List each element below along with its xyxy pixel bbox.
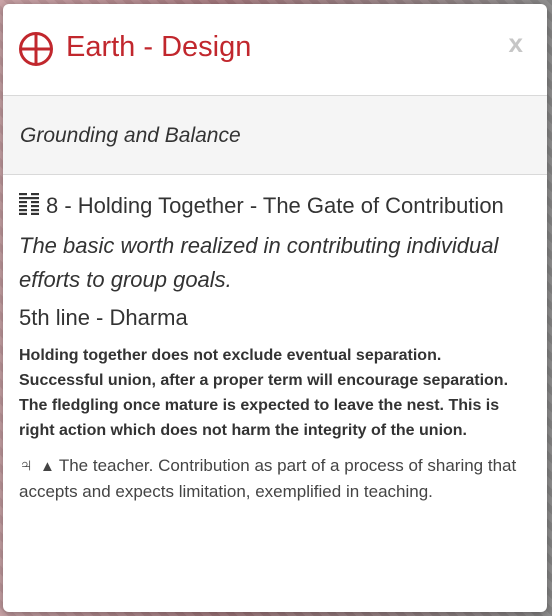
exaltation-text: The teacher. Contribution as part of a p… <box>19 456 517 501</box>
line-heading: 5th line - Dharma <box>19 305 188 330</box>
earth-icon <box>19 32 53 66</box>
subheader: Grounding and Balance <box>3 96 547 175</box>
close-button[interactable]: x <box>509 28 523 58</box>
planet-detail-modal: Earth - Design x Grounding and Balance 8… <box>3 4 547 612</box>
modal-header: Earth - Design x <box>3 4 547 96</box>
hexagram-icon <box>19 193 39 215</box>
planet-keynote: Grounding and Balance <box>20 124 241 147</box>
gate-summary: The basic worth realized in contributing… <box>19 233 499 292</box>
line-description: Holding together does not exclude eventu… <box>19 347 509 439</box>
gate-title: 8 - Holding Together - The Gate of Contr… <box>46 193 504 218</box>
modal-title: Earth - Design <box>66 31 252 63</box>
jupiter-icon: ♃ <box>19 455 34 476</box>
modal-body: 8 - Holding Together - The Gate of Contr… <box>3 175 547 504</box>
gate-heading: 8 - Holding Together - The Gate of Contr… <box>19 193 530 219</box>
up-triangle-icon: ▲ <box>39 458 55 475</box>
exaltation-note: ♃ ▲ The teacher. Contribution as part of … <box>19 453 530 504</box>
